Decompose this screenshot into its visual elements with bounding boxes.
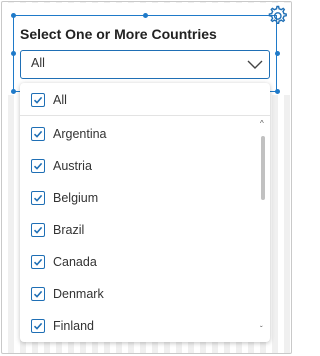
item-label: Austria [53, 159, 92, 173]
check-icon [33, 226, 43, 234]
resize-handle-top[interactable] [143, 13, 148, 18]
selected-value: All [31, 56, 45, 70]
item-label: Canada [53, 255, 97, 269]
check-icon [33, 96, 43, 104]
gear-icon[interactable] [265, 4, 289, 28]
select-all-checkbox[interactable] [31, 93, 45, 107]
item-checkbox[interactable] [31, 255, 45, 269]
dropdown-panel: All Argentina Austria Belgium Brazil Can… [20, 83, 270, 342]
select-all-label: All [53, 93, 67, 107]
item-label: Brazil [53, 223, 85, 237]
item-checkbox[interactable] [31, 287, 45, 301]
scroll-down-icon[interactable]: ˇ [260, 325, 263, 334]
list-item-country[interactable]: Finland [20, 310, 256, 342]
item-checkbox[interactable] [31, 223, 45, 237]
item-checkbox[interactable] [31, 319, 45, 333]
select-all-option[interactable]: All [20, 83, 270, 116]
resize-handle-right[interactable] [275, 51, 280, 56]
resize-handle-top-left[interactable] [11, 13, 16, 18]
item-checkbox[interactable] [31, 159, 45, 173]
resize-handle-bottom-right[interactable] [275, 89, 280, 94]
list-scrollbar[interactable]: ^ ˇ [256, 116, 270, 342]
check-icon [33, 130, 43, 138]
item-label: Finland [53, 319, 94, 333]
check-icon [33, 290, 43, 298]
slicer-title: Select One or More Countries [20, 26, 217, 42]
chevron-down-icon[interactable] [247, 58, 263, 70]
item-checkbox[interactable] [31, 191, 45, 205]
item-checkbox[interactable] [31, 127, 45, 141]
check-icon [33, 194, 43, 202]
scroll-up-icon[interactable]: ^ [260, 119, 264, 128]
list-item-country[interactable]: Brazil [20, 214, 256, 246]
list-item-country[interactable]: Canada [20, 246, 256, 278]
check-icon [33, 322, 43, 330]
scroll-thumb[interactable] [261, 136, 265, 200]
item-label: Belgium [53, 191, 99, 205]
list-item-country[interactable]: Denmark [20, 278, 256, 310]
item-label: Argentina [53, 127, 107, 141]
resize-handle-left[interactable] [11, 51, 16, 56]
resize-handle-bottom-left[interactable] [11, 89, 16, 94]
item-label: Denmark [53, 287, 104, 301]
list-item-country[interactable]: Austria [20, 150, 256, 182]
list-item-country[interactable]: Argentina [20, 118, 256, 150]
list-item-country[interactable]: Belgium [20, 182, 256, 214]
country-select[interactable]: All [20, 50, 270, 79]
check-icon [33, 162, 43, 170]
check-icon [33, 258, 43, 266]
